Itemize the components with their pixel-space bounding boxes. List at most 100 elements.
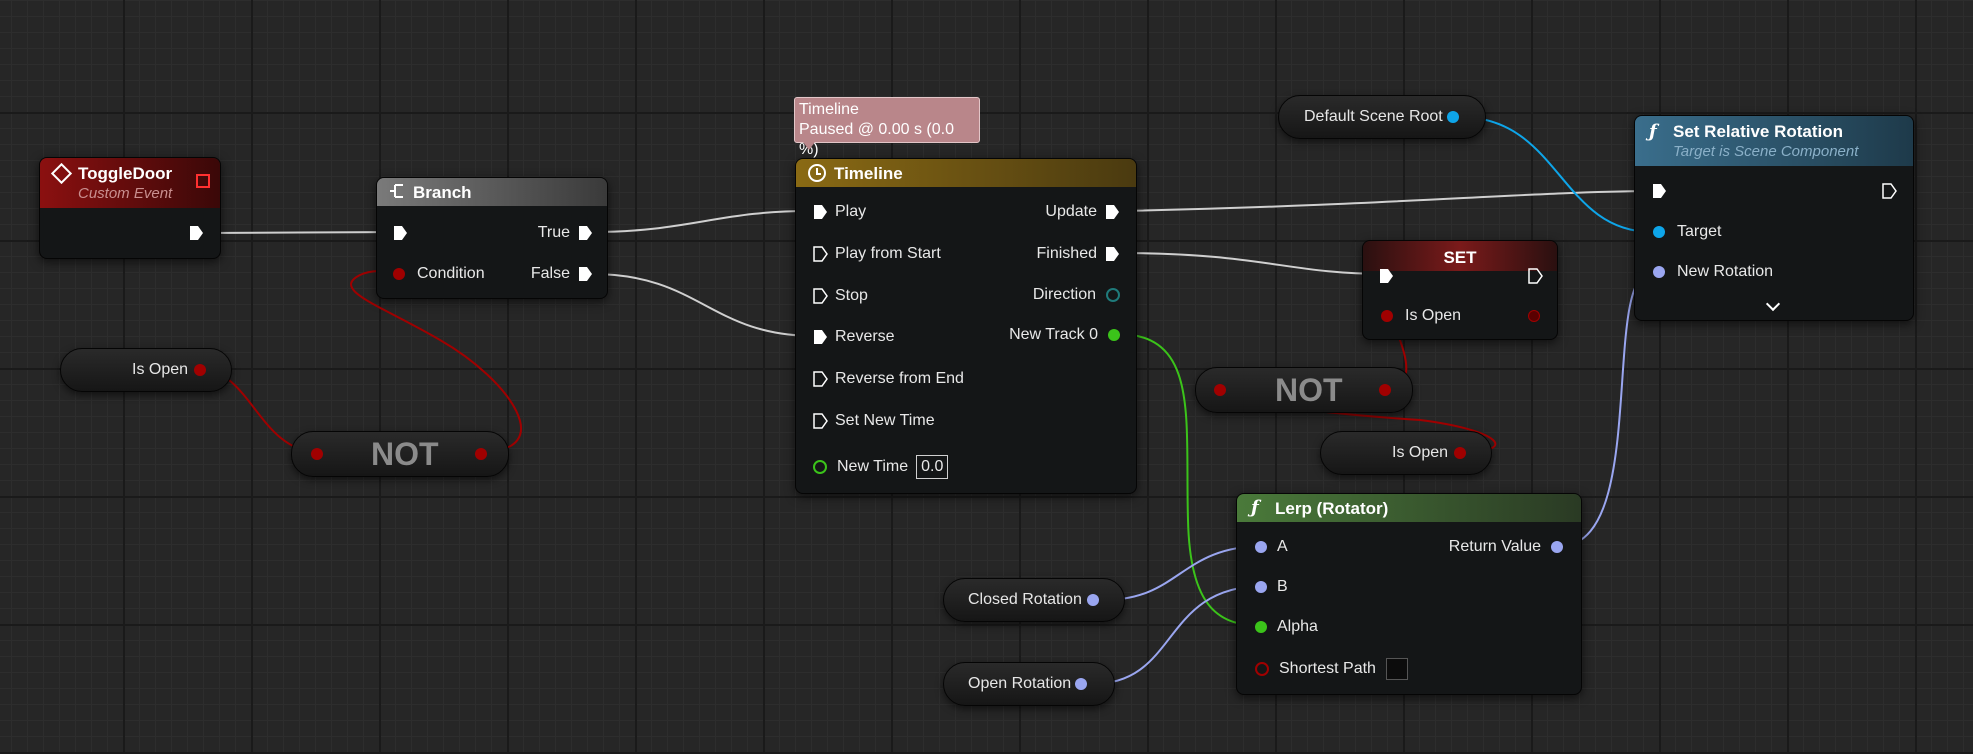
object-out-pin[interactable] xyxy=(1447,111,1459,123)
not2-out-pin[interactable] xyxy=(1379,384,1391,396)
exec-out-pin[interactable] xyxy=(1105,246,1120,262)
timeline-in-stop[interactable]: Stop xyxy=(813,284,868,308)
lerp-alpha-row[interactable]: Alpha xyxy=(1255,615,1318,639)
play-label: Play xyxy=(835,203,867,220)
is-open-getter-2[interactable]: Is Open xyxy=(1320,431,1492,475)
return-value-label: Return Value xyxy=(1448,538,1541,555)
object-in-pin[interactable] xyxy=(1653,226,1665,238)
rotator-in-pin[interactable] xyxy=(1653,266,1665,278)
wire-exec-false-reverse xyxy=(591,273,816,337)
toggle-door-node[interactable]: ToggleDoor Custom Event xyxy=(39,157,221,259)
set-exec-in[interactable] xyxy=(1379,264,1394,288)
lerp-rotator-node[interactable]: ƒ Lerp (Rotator) A B Alpha Shortest Path… xyxy=(1236,493,1582,695)
timeline-in-play-from-start[interactable]: Play from Start xyxy=(813,242,941,266)
set-relative-rotation-subtitle: Target is Scene Component xyxy=(1673,143,1859,160)
event-diamond-icon xyxy=(50,162,73,185)
timeline-in-reverse-from-end[interactable]: Reverse from End xyxy=(813,367,964,391)
not2-in-pin[interactable] xyxy=(1214,384,1226,396)
toggle-door-subtitle: Custom Event xyxy=(78,185,173,202)
branch-false-row[interactable]: False xyxy=(531,262,593,286)
timeline-node[interactable]: Timeline Play Play from Start Stop Rever… xyxy=(795,158,1137,494)
shortest-path-label: Shortest Path xyxy=(1279,660,1376,677)
exec-in-pin[interactable] xyxy=(813,329,828,345)
lerp-shortest-path-row[interactable]: Shortest Path xyxy=(1255,657,1408,681)
exec-in-pin[interactable] xyxy=(813,413,828,429)
not-node-2[interactable]: NOT xyxy=(1195,367,1413,413)
exec-in-pin[interactable] xyxy=(813,246,828,262)
wire-exec-finished-set xyxy=(1119,252,1385,275)
not1-in-pin[interactable] xyxy=(311,448,323,460)
set-is-open-row[interactable]: Is Open xyxy=(1381,304,1461,328)
rotator-out-pin[interactable] xyxy=(1087,594,1099,606)
srr-new-rotation-row[interactable]: New Rotation xyxy=(1653,260,1773,284)
bool-out-pin[interactable] xyxy=(1528,310,1540,322)
not1-label: NOT xyxy=(371,436,439,472)
float-in-pin[interactable] xyxy=(1255,621,1267,633)
timeline-in-reverse[interactable]: Reverse xyxy=(813,325,895,349)
timeline-out-new-track-0[interactable]: New Track 0 xyxy=(1009,323,1120,347)
set-relative-rotation-node[interactable]: ƒ Set Relative Rotation Target is Scene … xyxy=(1634,115,1914,321)
timeline-out-finished[interactable]: Finished xyxy=(1037,242,1120,266)
tooltip-line-2: Paused @ 0.00 s (0.0 %) xyxy=(799,121,954,158)
bool-out-pin[interactable] xyxy=(1454,447,1466,459)
new-time-value-field[interactable]: 0.0 xyxy=(916,455,949,479)
condition-pin[interactable] xyxy=(393,268,405,280)
set-is-open-node[interactable]: SET Is Open xyxy=(1362,240,1558,340)
exec-in-pin[interactable] xyxy=(813,204,828,220)
lerp-return-row[interactable]: Return Value xyxy=(1449,535,1563,559)
timeline-out-direction[interactable]: Direction xyxy=(1033,283,1120,307)
branch-true-row[interactable]: True xyxy=(538,221,593,245)
rotator-out-pin[interactable] xyxy=(1075,678,1087,690)
timeline-in-new-time[interactable]: New Time 0.0 xyxy=(813,455,949,479)
timeline-in-play[interactable]: Play xyxy=(813,200,866,224)
open-rotation-getter[interactable]: Open Rotation xyxy=(943,662,1115,706)
not-node-1[interactable]: NOT xyxy=(291,431,509,477)
shortest-path-checkbox[interactable] xyxy=(1385,658,1408,680)
delegate-square-icon[interactable] xyxy=(196,174,210,188)
chevron-down-icon[interactable] xyxy=(1765,296,1781,312)
branch-condition-row[interactable]: Condition xyxy=(393,262,485,286)
alpha-label: Alpha xyxy=(1277,618,1318,635)
lerp-b-row[interactable]: B xyxy=(1255,575,1288,599)
bool-out-pin[interactable] xyxy=(194,364,206,376)
branch-node[interactable]: Branch True Condition False xyxy=(376,177,608,299)
is-open-getter-1-label: Is Open xyxy=(132,361,189,378)
exec-out-pin[interactable] xyxy=(1105,204,1120,220)
rotator-out-pin[interactable] xyxy=(1551,541,1563,553)
exec-in-pin[interactable] xyxy=(1652,183,1667,199)
srr-exec-in[interactable] xyxy=(1652,179,1667,203)
srr-exec-out[interactable] xyxy=(1882,179,1897,203)
closed-rotation-getter[interactable]: Closed Rotation xyxy=(943,578,1125,622)
branch-exec-in[interactable] xyxy=(393,221,408,245)
float-in-pin[interactable] xyxy=(813,460,827,474)
exec-in-pin[interactable] xyxy=(813,288,828,304)
exec-in-pin[interactable] xyxy=(813,371,828,387)
timeline-in-set-new-time[interactable]: Set New Time xyxy=(813,409,935,433)
set-exec-out[interactable] xyxy=(1528,264,1543,288)
reverse-label: Reverse xyxy=(835,328,895,345)
not2-label: NOT xyxy=(1275,372,1343,408)
is-open-getter-1[interactable]: Is Open xyxy=(60,348,232,392)
timeline-title: Timeline xyxy=(834,164,903,183)
exec-out-pin[interactable] xyxy=(1528,268,1543,284)
exec-out-pin[interactable] xyxy=(189,225,204,246)
default-scene-root-getter[interactable]: Default Scene Root xyxy=(1278,95,1486,139)
exec-false-pin[interactable] xyxy=(578,266,593,282)
bool-in-pin[interactable] xyxy=(1255,662,1269,676)
rotator-in-pin[interactable] xyxy=(1255,581,1267,593)
exec-out-pin[interactable] xyxy=(1882,183,1897,199)
timeline-out-update[interactable]: Update xyxy=(1045,200,1120,224)
exec-in-pin[interactable] xyxy=(1379,268,1394,284)
float-out-pin[interactable] xyxy=(1108,329,1120,341)
update-label: Update xyxy=(1045,203,1097,220)
not1-out-pin[interactable] xyxy=(475,448,487,460)
srr-target-row[interactable]: Target xyxy=(1653,220,1721,244)
rotator-in-pin[interactable] xyxy=(1255,541,1267,553)
bool-in-pin[interactable] xyxy=(1381,310,1393,322)
direction-pin[interactable] xyxy=(1106,288,1120,302)
exec-true-pin[interactable] xyxy=(578,225,593,241)
set-bool-out[interactable] xyxy=(1528,304,1540,328)
lerp-a-row[interactable]: A xyxy=(1255,535,1288,559)
exec-in-pin[interactable] xyxy=(393,225,408,241)
branch-condition-label: Condition xyxy=(417,265,485,282)
